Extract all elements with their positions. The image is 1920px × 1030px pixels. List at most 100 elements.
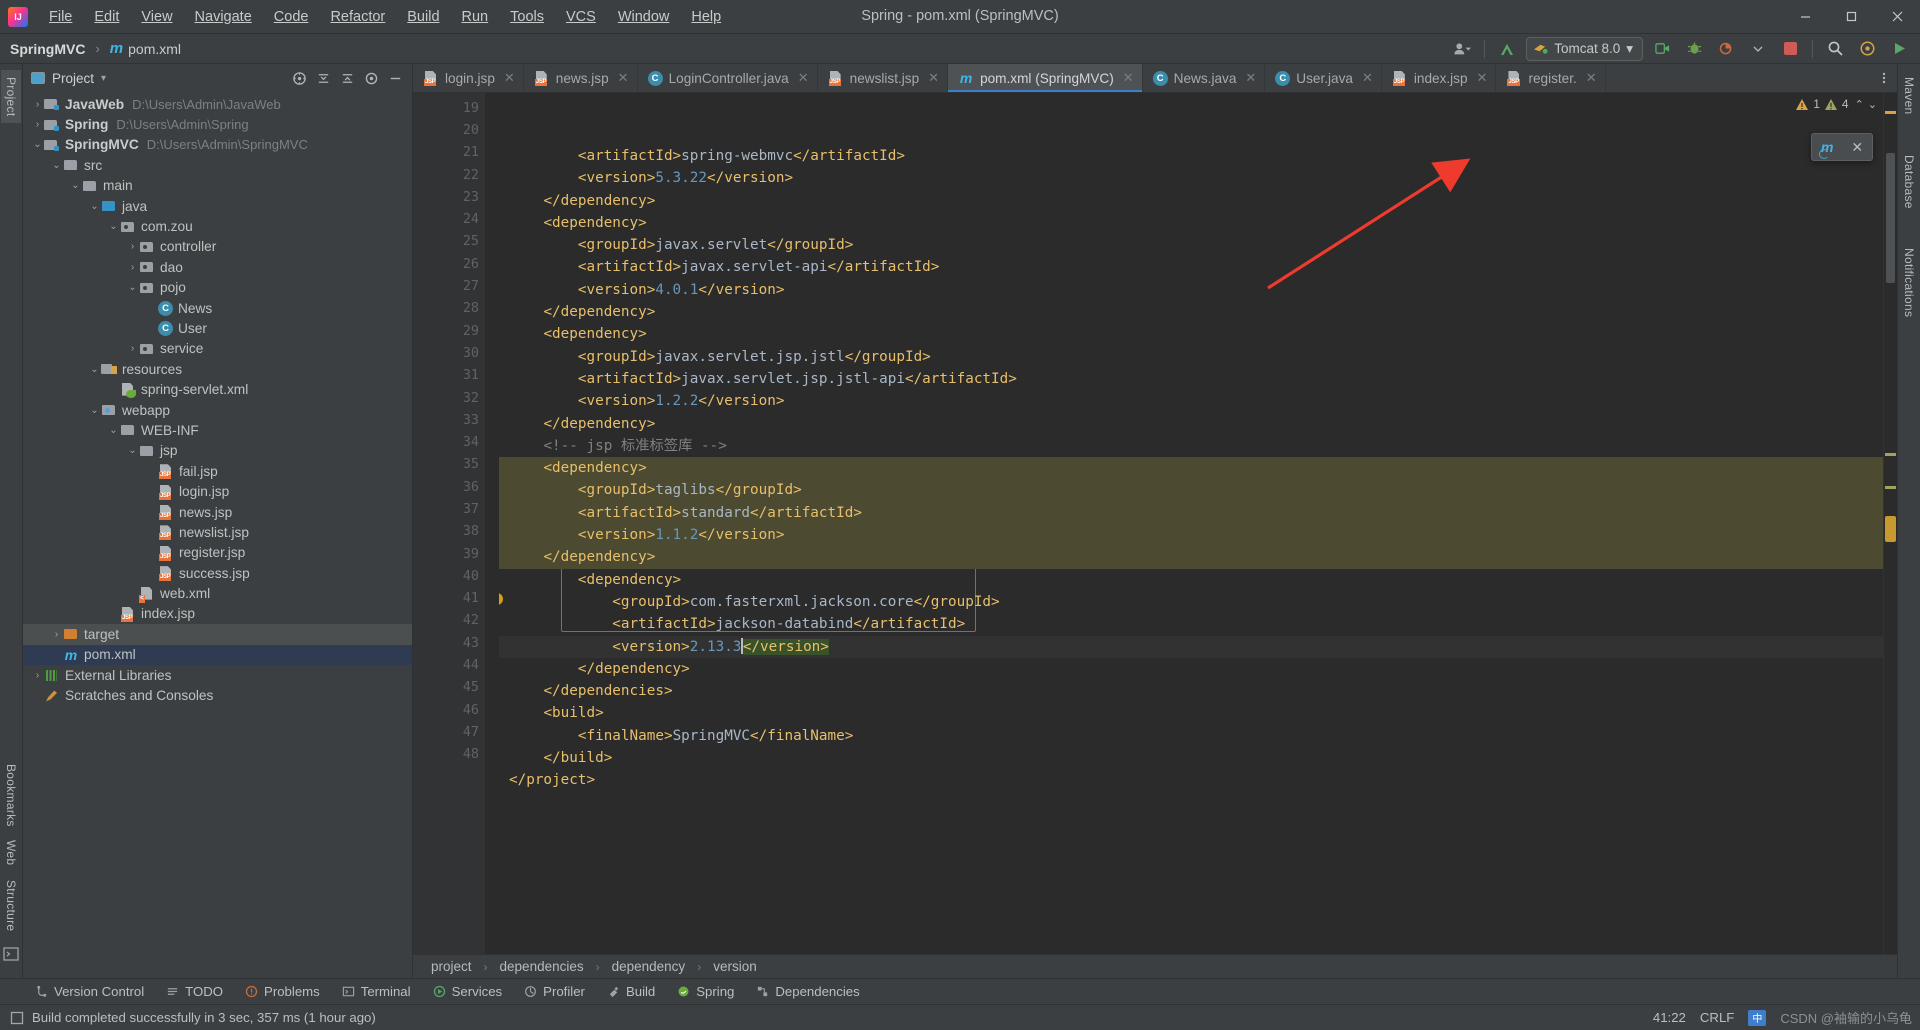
close-icon[interactable]: ✕ [1245,70,1256,86]
tree-node-target[interactable]: › target [23,624,412,645]
code-editor[interactable]: 19 20 21⊓22⊔ 23 24 25 26⊓27⊔ 28 29 30 31⊓ 32 33⊔ 34 35… [413,93,1897,954]
chevron-right-icon[interactable]: › [31,670,44,681]
minimize-button[interactable] [1782,0,1828,34]
chevron-down-icon[interactable]: ⌄ [50,160,63,171]
code-line-39[interactable]: <groupId>com.fasterxml.jackson.core</gro… [499,591,1883,613]
menu-tools[interactable]: Tools [499,5,555,29]
tree-node-web-inf[interactable]: ⌄ WEB-INF [23,420,412,440]
chevron-right-icon[interactable]: › [31,99,44,110]
tree-node-news-jsp[interactable]: ›news.jsp [23,502,412,522]
tree-node-com-zou[interactable]: ⌄ com.zou [23,216,412,236]
gutter-line-35[interactable]: 35 [413,454,485,476]
editor-tab-bar[interactable]: login.jsp ✕ news.jsp ✕ C LoginController.java… [413,64,1897,93]
code-line-19[interactable]: <artifactId>spring-webmvc</artifactId> [499,145,1883,167]
close-icon[interactable]: ✕ [1477,70,1488,86]
breadcrumb-dependencies[interactable]: dependencies [500,959,584,974]
chevron-right-icon[interactable]: › [31,119,44,130]
chevron-down-icon[interactable]: ⌄ [88,405,101,416]
search-icon[interactable] [1822,37,1848,61]
gutter-line-25[interactable]: 25 [413,231,485,253]
tool-window-todo[interactable]: TODO [155,981,234,1002]
tree-node-pom-xml[interactable]: ›mpom.xml [23,644,412,665]
close-icon[interactable]: ✕ [1851,139,1863,156]
debug-button[interactable] [1681,37,1707,61]
gutter-line-31[interactable]: 31⊓ [413,365,498,387]
tool-window-bar[interactable]: Version Control TODO Problems Terminal Servi… [0,978,1920,1004]
gutter-line-23[interactable]: 23 [413,186,485,208]
code-line-21[interactable]: </dependency> [499,190,1883,212]
caret-position[interactable]: 41:22 [1653,1010,1686,1025]
gutter-line-36[interactable]: 36 [413,476,485,498]
tree-node-spring[interactable]: › Spring D:\Users\Admin\Spring [23,114,412,134]
tree-node-scratches-and-consoles[interactable]: ›Scratches and Consoles [23,685,412,705]
tree-node-news[interactable]: ›CNews [23,298,412,318]
gutter-line-26[interactable]: 26⊓ [413,253,498,275]
tree-node-jsp[interactable]: ⌄ jsp [23,441,412,461]
chevron-right-icon[interactable]: › [50,629,63,640]
tool-window-dependencies[interactable]: Dependencies [745,981,870,1002]
tool-window-problems[interactable]: Problems [234,981,331,1002]
tree-node-webapp[interactable]: ⌄ webapp [23,400,412,420]
tool-window-profiler[interactable]: Profiler [513,981,596,1002]
rail-tab-maven[interactable]: Maven [1899,70,1919,122]
gutter-line-39[interactable]: 39 [413,543,485,565]
line-separator[interactable]: CRLF [1700,1010,1734,1025]
tree-node-newslist-jsp[interactable]: ›newslist.jsp [23,522,412,542]
code-line-32[interactable]: <!-- jsp 标准标签库 --> [499,435,1883,457]
ime-indicator-icon[interactable]: 中 [1748,1009,1767,1026]
code-line-25[interactable]: <version>4.0.1</version> [499,279,1883,301]
chevron-down-icon[interactable]: ⌄ [88,364,101,375]
more-run-options-icon[interactable] [1745,37,1771,61]
stripe-marker-block[interactable] [1885,516,1896,542]
tree-node-controller[interactable]: › controller [23,237,412,257]
gutter-line-46[interactable]: 46⊓ [413,699,498,721]
editor-tab-news-java[interactable]: C News.java ✕ [1143,64,1266,92]
menu-vcs[interactable]: VCS [555,5,607,29]
code-line-38[interactable]: <dependency> [499,569,1883,591]
maven-reload-icon[interactable]: m [1818,139,1833,159]
tree-node-springmvc[interactable]: ⌄ SpringMVC D:\Users\Admin\SpringMVC [23,135,412,155]
nav-file-name[interactable]: pom.xml [128,41,181,57]
code-line-27[interactable]: <dependency> [499,323,1883,345]
code-line-35[interactable]: <artifactId>standard</artifactId> [499,501,1883,525]
close-icon[interactable]: ✕ [504,70,515,86]
code-line-46[interactable]: </build> [499,747,1883,769]
chevron-down-icon[interactable]: ▾ [1626,41,1633,57]
menu-run[interactable]: Run [451,5,500,29]
editor-tab-index-jsp[interactable]: index.jsp ✕ [1382,64,1497,92]
code-line-30[interactable]: <version>1.2.2</version> [499,390,1883,412]
gutter-line-48[interactable]: 48 [413,744,485,766]
code-line-22[interactable]: <dependency> [499,212,1883,234]
close-icon[interactable]: ✕ [798,70,809,86]
code-line-42[interactable]: </dependency> [499,658,1883,680]
tool-window-spring[interactable]: Spring [666,981,745,1002]
ide-run-icon[interactable] [1886,37,1912,61]
code-line-41[interactable]: <version>2.13.3</version> [499,635,1883,658]
tree-node-service[interactable]: › service [23,339,412,359]
code-line-45[interactable]: <finalName>SpringMVC</finalName> [499,725,1883,747]
code-line-44[interactable]: <build> [499,702,1883,724]
chevron-down-icon[interactable]: ⌄ [107,221,120,232]
rail-tab-notifications[interactable]: Notifications [1899,241,1919,324]
editor-tab-user-java[interactable]: C User.java ✕ [1265,64,1382,92]
tool-window-version-control[interactable]: Version Control [24,981,155,1002]
terminal-rail-icon[interactable] [3,946,19,962]
tab-list-menu-icon[interactable] [1871,64,1897,92]
chevron-down-icon[interactable]: ⌄ [88,201,101,212]
code-line-28[interactable]: <groupId>javax.servlet.jsp.jstl</groupId… [499,346,1883,368]
menu-window[interactable]: Window [607,5,681,29]
gutter-line-32[interactable]: 32 [413,387,485,409]
editor-gutter[interactable]: 19 20 21⊓22⊔ 23 24 25 26⊓27⊔ 28 29 30 31⊓ 32 33⊔ 34 35… [413,93,503,954]
gutter-line-42[interactable]: 42⊓ [413,610,498,632]
code-line-20[interactable]: <version>5.3.22</version> [499,167,1883,189]
breadcrumb-bar[interactable]: project › dependencies › dependency › ve… [413,954,1897,978]
code-line-48[interactable] [499,792,1883,814]
tree-node-src[interactable]: ⌄ src [23,155,412,175]
gutter-line-34[interactable]: 34 [413,431,485,453]
code-line-29[interactable]: <artifactId>javax.servlet.jsp.jstl-api</… [499,368,1883,390]
close-button[interactable] [1874,0,1920,34]
tree-node-resources[interactable]: ⌄ resources [23,359,412,379]
close-icon[interactable]: ✕ [1123,70,1134,86]
rail-tab-web[interactable]: Web [1,833,21,872]
rail-tab-project[interactable]: Project [1,70,21,124]
